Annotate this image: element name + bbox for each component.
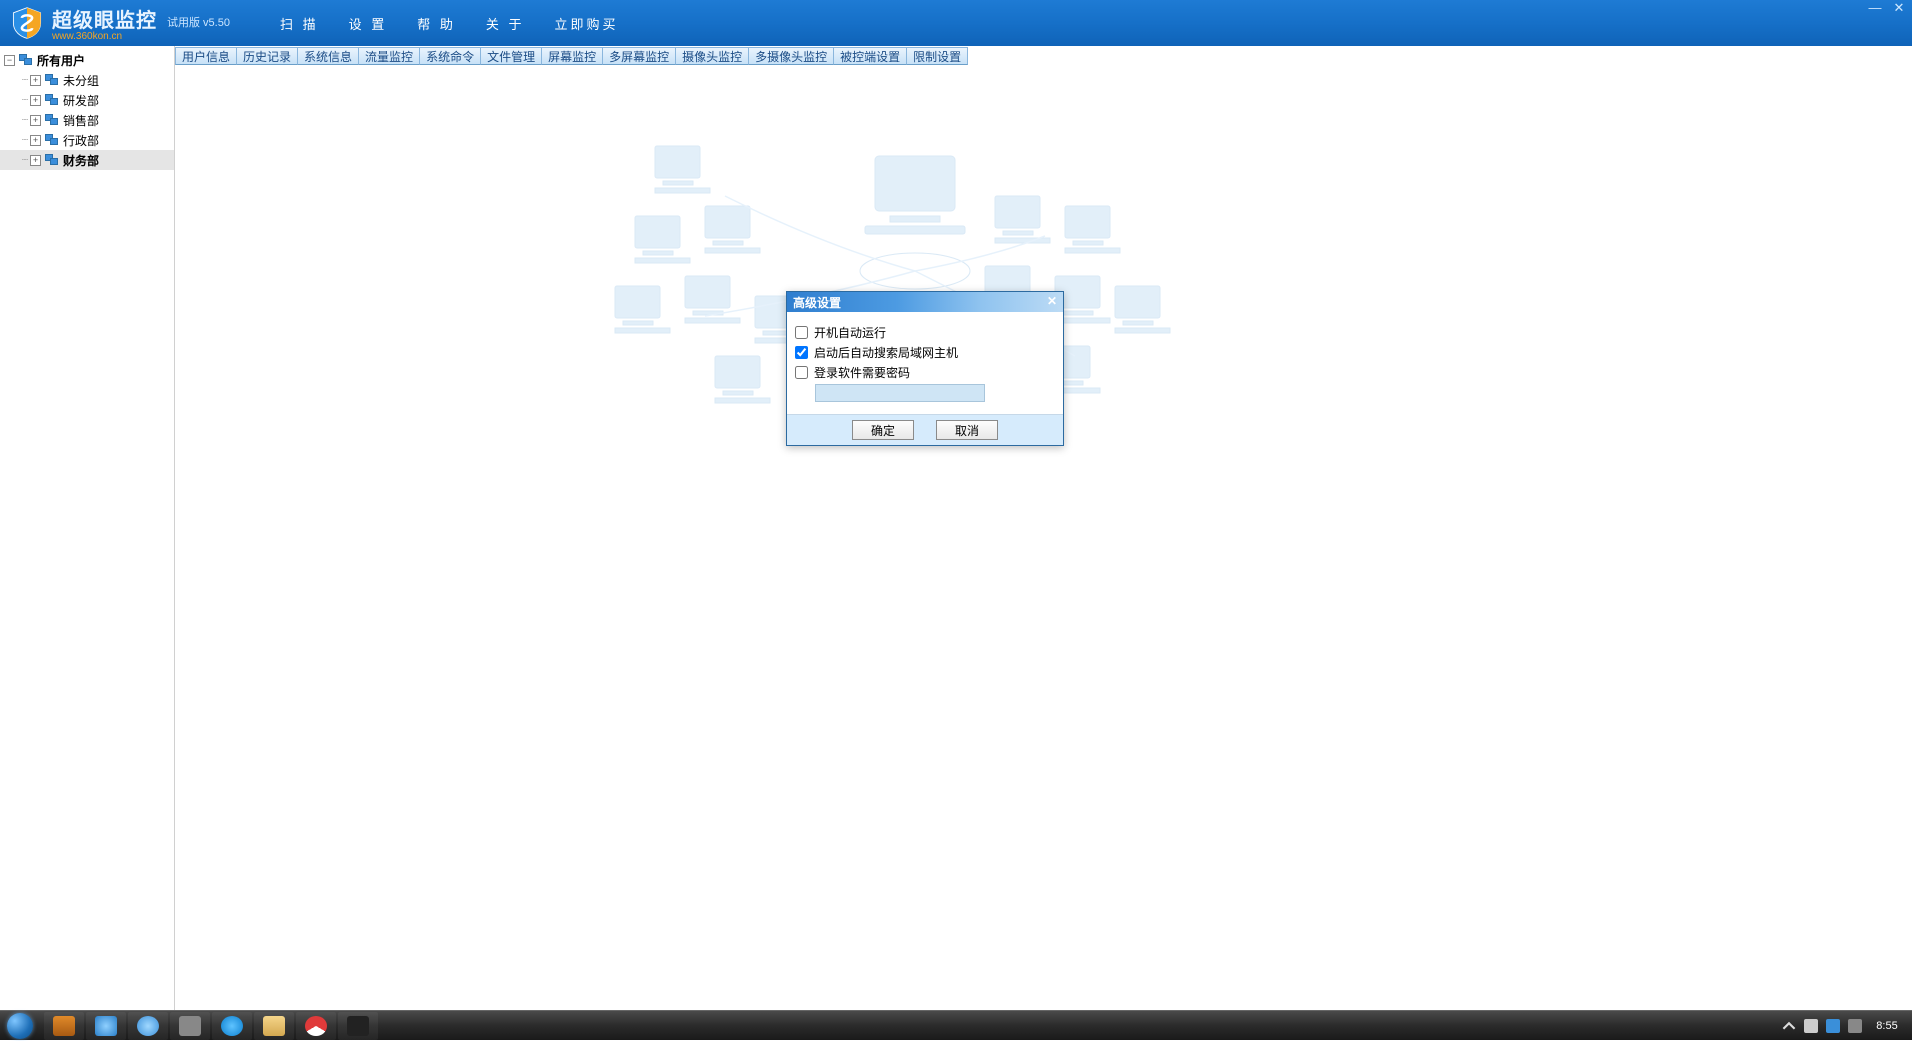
checkbox-autosearch[interactable] — [795, 346, 808, 359]
minimize-button[interactable]: — — [1868, 2, 1882, 16]
collapse-icon[interactable]: − — [4, 55, 15, 66]
group-icon — [45, 114, 59, 126]
taskbar: 8:55 — [0, 1010, 1912, 1040]
cancel-button[interactable]: 取消 — [936, 420, 998, 440]
tree-item-admin[interactable]: ┈ + 行政部 — [0, 130, 174, 150]
start-button[interactable] — [0, 1011, 40, 1041]
dialog-close-button[interactable]: ✕ — [1045, 295, 1059, 309]
app-title: 超级眼监控 — [52, 4, 157, 33]
checkbox-require-password[interactable] — [795, 366, 808, 379]
window-controls: — ✕ — [1868, 2, 1906, 16]
tree-item-ungrouped[interactable]: ┈ + 未分组 — [0, 70, 174, 90]
tab-system-cmd[interactable]: 系统命令 — [419, 47, 481, 65]
group-icon — [45, 74, 59, 86]
tree-label: 研发部 — [63, 92, 99, 109]
taskbar-app-6[interactable] — [254, 1012, 294, 1040]
expand-icon[interactable]: + — [30, 155, 41, 166]
close-button[interactable]: ✕ — [1892, 2, 1906, 16]
tray-icon[interactable] — [1826, 1019, 1840, 1033]
sidebar-tree: − 所有用户 ┈ + 未分组 ┈ + 研发部 ┈ + 销售部 ┈ + 行政部 — [0, 46, 175, 1010]
menu-scan[interactable]: 扫 描 — [280, 14, 319, 33]
advanced-settings-dialog: 高级设置 ✕ 开机自动运行 启动后自动搜索局域网主机 登录软件需要密码 — [786, 291, 1064, 446]
tree-label: 未分组 — [63, 72, 99, 89]
tree-item-sales[interactable]: ┈ + 销售部 — [0, 110, 174, 130]
dialog-body: 开机自动运行 启动后自动搜索局域网主机 登录软件需要密码 — [787, 312, 1063, 415]
tab-user-info[interactable]: 用户信息 — [175, 47, 237, 65]
tab-camera[interactable]: 摄像头监控 — [675, 47, 749, 65]
dialog-footer: 确定 取消 — [787, 415, 1063, 445]
expand-icon[interactable]: + — [30, 95, 41, 106]
group-icon — [45, 94, 59, 106]
taskbar-apps — [44, 1012, 378, 1040]
tab-system-info[interactable]: 系统信息 — [297, 47, 359, 65]
tree-item-finance[interactable]: ┈ + 财务部 — [0, 150, 174, 170]
tray-icon[interactable] — [1804, 1019, 1818, 1033]
tab-history[interactable]: 历史记录 — [236, 47, 298, 65]
tab-screen[interactable]: 屏幕监控 — [541, 47, 603, 65]
tray-expand-icon[interactable] — [1782, 1019, 1796, 1033]
option-autorun: 开机自动运行 — [795, 322, 1055, 342]
logo-area: 超级眼监控 www.360kon.cn — [10, 4, 157, 42]
tree-item-rd[interactable]: ┈ + 研发部 — [0, 90, 174, 110]
option-label: 启动后自动搜索局域网主机 — [814, 344, 958, 361]
main-menu: 扫 描 设 置 帮 助 关 于 立即购买 — [280, 14, 619, 33]
menu-about[interactable]: 关 于 — [486, 14, 525, 33]
taskbar-app-1[interactable] — [44, 1012, 84, 1040]
menu-help[interactable]: 帮 助 — [417, 14, 456, 33]
group-icon — [19, 54, 33, 66]
menu-settings[interactable]: 设 置 — [349, 14, 388, 33]
dialog-title: 高级设置 — [793, 294, 841, 311]
option-autosearch: 启动后自动搜索局域网主机 — [795, 342, 1055, 362]
dialog-title-bar[interactable]: 高级设置 ✕ — [787, 292, 1063, 312]
password-input[interactable] — [815, 384, 985, 402]
group-icon — [45, 154, 59, 166]
tab-multi-camera[interactable]: 多摄像头监控 — [748, 47, 834, 65]
taskbar-app-8[interactable] — [338, 1012, 378, 1040]
windows-orb-icon — [7, 1013, 33, 1039]
group-icon — [45, 134, 59, 146]
tab-multi-screen[interactable]: 多屏幕监控 — [602, 47, 676, 65]
tree-label: 财务部 — [63, 152, 99, 169]
taskbar-app-5[interactable] — [212, 1012, 252, 1040]
taskbar-app-7[interactable] — [296, 1012, 336, 1040]
tree-label: 行政部 — [63, 132, 99, 149]
checkbox-autorun[interactable] — [795, 326, 808, 339]
title-bar: 超级眼监控 www.360kon.cn 试用版 v5.50 扫 描 设 置 帮 … — [0, 0, 1912, 46]
tree-label: 所有用户 — [37, 52, 85, 69]
main-area: − 所有用户 ┈ + 未分组 ┈ + 研发部 ┈ + 销售部 ┈ + 行政部 — [0, 46, 1912, 1010]
menu-buy[interactable]: 立即购买 — [554, 14, 618, 33]
expand-icon[interactable]: + — [30, 135, 41, 146]
expand-icon[interactable]: + — [30, 75, 41, 86]
tab-file-mgr[interactable]: 文件管理 — [480, 47, 542, 65]
option-label: 登录软件需要密码 — [814, 364, 910, 381]
ok-button[interactable]: 确定 — [852, 420, 914, 440]
taskbar-app-4[interactable] — [170, 1012, 210, 1040]
app-logo-icon — [10, 6, 44, 40]
app-version: 试用版 v5.50 — [167, 14, 230, 30]
tab-restrict[interactable]: 限制设置 — [906, 47, 968, 65]
taskbar-clock[interactable]: 8:55 — [1870, 1020, 1904, 1032]
tree-root-all-users[interactable]: − 所有用户 — [0, 50, 174, 70]
option-label: 开机自动运行 — [814, 324, 886, 341]
taskbar-app-3[interactable] — [128, 1012, 168, 1040]
tab-bar: 用户信息 历史记录 系统信息 流量监控 系统命令 文件管理 屏幕监控 多屏幕监控… — [175, 47, 1912, 67]
option-require-password: 登录软件需要密码 — [795, 362, 1055, 382]
app-url: www.360kon.cn — [52, 31, 157, 42]
tree-label: 销售部 — [63, 112, 99, 129]
system-tray: 8:55 — [1782, 1019, 1912, 1033]
taskbar-app-2[interactable] — [86, 1012, 126, 1040]
tray-icon[interactable] — [1848, 1019, 1862, 1033]
tab-client-settings[interactable]: 被控端设置 — [833, 47, 907, 65]
content-area: 用户信息 历史记录 系统信息 流量监控 系统命令 文件管理 屏幕监控 多屏幕监控… — [175, 46, 1912, 1010]
expand-icon[interactable]: + — [30, 115, 41, 126]
tab-traffic[interactable]: 流量监控 — [358, 47, 420, 65]
